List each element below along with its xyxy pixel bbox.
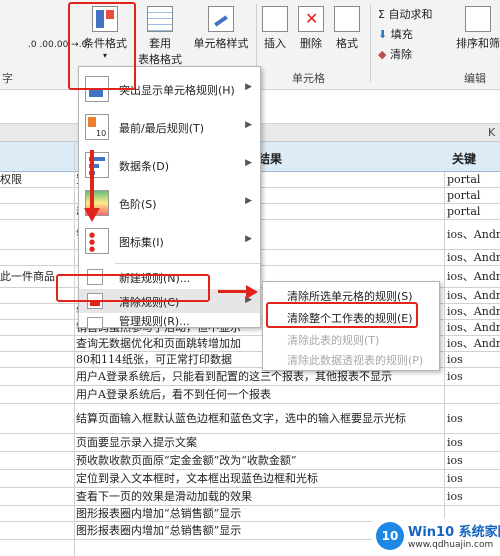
data-bars-icon [85, 152, 109, 178]
eraser-icon: ◆ [378, 48, 390, 61]
cell-style-icon [208, 6, 234, 32]
sort-filter-label: 排序和筛 [456, 37, 500, 50]
table-cell[interactable]: ios [444, 434, 500, 451]
table-cell[interactable]: 页面要显示录入提示文案 [76, 434, 440, 452]
table-cell[interactable]: 结算页面输入框默认蓝色边框和蓝色文字，选中的输入框要显示光标 [76, 404, 440, 434]
table-cell[interactable]: ios、Andr [444, 220, 500, 249]
menu-item-label: 色阶(S) [119, 198, 157, 211]
table-row[interactable]: 页面要显示录入提示文案 ios [0, 434, 500, 452]
menu-item-label: 数据条(D) [119, 160, 170, 173]
table-cell[interactable]: portal [444, 188, 500, 203]
table-cell[interactable]: ios、Andr [444, 336, 500, 351]
cell-style-label: 单元格样式 [193, 37, 249, 50]
win10-logo-icon: 10 [376, 522, 404, 550]
table-cell[interactable]: ios [444, 404, 500, 433]
menu-item-label: 管理规则(R)... [119, 315, 190, 328]
table-cell[interactable]: ios、Andr [444, 266, 500, 287]
table-cell[interactable]: portal [444, 204, 500, 219]
icon-sets-icon: ● ● ● [85, 228, 109, 254]
submenu-arrow-icon: ▶ [245, 196, 252, 206]
delete-icon: ✕ [298, 6, 324, 32]
table-row[interactable]: 用户A登录系统后，看不到任何一个报表 [0, 386, 500, 404]
menu-item-label: 突出显示单元格规则(H) [119, 84, 235, 97]
table-cell[interactable]: ios [444, 470, 500, 487]
clear-label: 清除 [389, 48, 412, 61]
menu-item-label: 图标集(I) [119, 236, 164, 249]
sort-filter-button[interactable]: 排序和筛 [452, 6, 500, 51]
table-row[interactable]: 结算页面输入框默认蓝色边框和蓝色文字，选中的输入框要显示光标 ios [0, 404, 500, 434]
manage-rules-icon [87, 317, 103, 329]
watermark: 10 Win10 系统家园 www.qdhuajin.com [372, 518, 500, 556]
table-cell[interactable]: ios、Andr [444, 304, 500, 319]
table-cell[interactable]: ios [444, 452, 500, 469]
clear-button[interactable]: ◆ 清除 [378, 46, 412, 62]
watermark-url: www.qdhuajin.com [408, 540, 494, 550]
format-icon [334, 6, 360, 32]
decimal-inc-button[interactable]: .0 .00 [28, 40, 54, 50]
sigma-icon: Σ [378, 8, 389, 21]
format-button[interactable]: 格式 [330, 6, 364, 51]
column-k-header[interactable]: K [488, 126, 495, 139]
menu-item-top-bottom[interactable]: 10 最前/最后规则(T) ▶ [79, 109, 260, 147]
red-arrow-head-icon [84, 208, 100, 222]
highlight-box-conditional-format [68, 2, 136, 90]
autosum-button[interactable]: Σ 自动求和 [378, 6, 432, 22]
result-header: 结果 [258, 152, 283, 166]
table-cell[interactable]: ios [444, 352, 500, 367]
table-format-label-1: 套用 [149, 37, 171, 50]
number-group-label: 字 [2, 72, 13, 85]
cells-group-label: 单元格 [292, 72, 325, 85]
insert-label: 插入 [264, 37, 286, 50]
submenu-clear-table: 清除此表的规则(T) [287, 334, 380, 347]
menu-item-data-bars[interactable]: 数据条(D) ▶ [79, 147, 260, 185]
red-arrow-down [90, 150, 94, 212]
delete-button[interactable]: ✕ 删除 [294, 6, 328, 51]
submenu-arrow-icon: ▶ [245, 120, 252, 130]
table-row[interactable]: 预收款收款页面原“定金金额”改为“收款金额” ios [0, 452, 500, 470]
fill-button[interactable]: ⬇ 填充 [378, 26, 413, 42]
highlight-box-clear-rules [56, 274, 210, 302]
table-cell[interactable]: ios [444, 368, 500, 385]
table-cell[interactable]: 用户A登录系统后，看不到任何一个报表 [76, 386, 440, 404]
edit-group-label: 编辑 [464, 72, 486, 85]
table-cell[interactable]: ios、Andr [444, 288, 500, 303]
table-cell[interactable]: 预收款收款页面原“定金金额”改为“收款金额” [76, 452, 440, 470]
table-cell[interactable]: 查看下一页的效果是滑动加载的效果 [76, 488, 440, 506]
fill-down-icon: ⬇ [378, 28, 391, 41]
sort-filter-icon [465, 6, 491, 32]
top-bottom-icon: 10 [85, 114, 109, 140]
menu-item-label: 最前/最后规则(T) [119, 122, 205, 135]
table-cell[interactable]: ios、Andr [444, 320, 500, 335]
fill-label: 填充 [390, 28, 413, 41]
format-label: 格式 [336, 37, 358, 50]
submenu-arrow-icon: ▶ [245, 82, 252, 92]
table-format-icon [147, 6, 173, 32]
keyword-header: 关键 [452, 152, 477, 166]
submenu-arrow-icon: ▶ [245, 234, 252, 244]
cell-style-button[interactable]: 单元格样式 [188, 6, 254, 51]
table-row[interactable]: 定位到录入文本框时，文本框出现蓝色边框和光标 ios [0, 470, 500, 488]
insert-icon [262, 6, 288, 32]
highlight-box-clear-sheet [266, 302, 418, 328]
table-format-label-2: 表格格式 [138, 53, 182, 66]
menu-item-manage-rules[interactable]: 管理规则(R)... [79, 313, 260, 329]
red-arrow-right [218, 290, 248, 293]
submenu-clear-pivot: 清除此数据透视表的规则(P) [287, 354, 424, 367]
red-arrow-right-head-icon [246, 285, 258, 299]
table-cell[interactable] [444, 386, 500, 403]
table-cell[interactable]: 权限 [0, 172, 74, 188]
table-format-button[interactable]: 套用 表格格式 [136, 6, 184, 67]
menu-item-color-scales[interactable]: 色阶(S) ▶ [79, 185, 260, 223]
table-cell[interactable]: ios [444, 488, 500, 505]
table-cell[interactable]: 定位到录入文本框时，文本框出现蓝色边框和光标 [76, 470, 440, 488]
submenu-arrow-icon: ▶ [245, 158, 252, 168]
table-row[interactable]: 查看下一页的效果是滑动加载的效果 ios [0, 488, 500, 506]
watermark-title: Win10 系统家园 [408, 525, 500, 540]
table-cell[interactable]: portal [444, 172, 500, 187]
delete-label: 删除 [300, 37, 322, 50]
autosum-label: 自动求和 [388, 8, 433, 21]
menu-item-icon-sets[interactable]: ● ● ● 图标集(I) ▶ [79, 223, 260, 261]
insert-button[interactable]: 插入 [258, 6, 292, 51]
table-cell[interactable]: ios、Andr [444, 250, 500, 265]
